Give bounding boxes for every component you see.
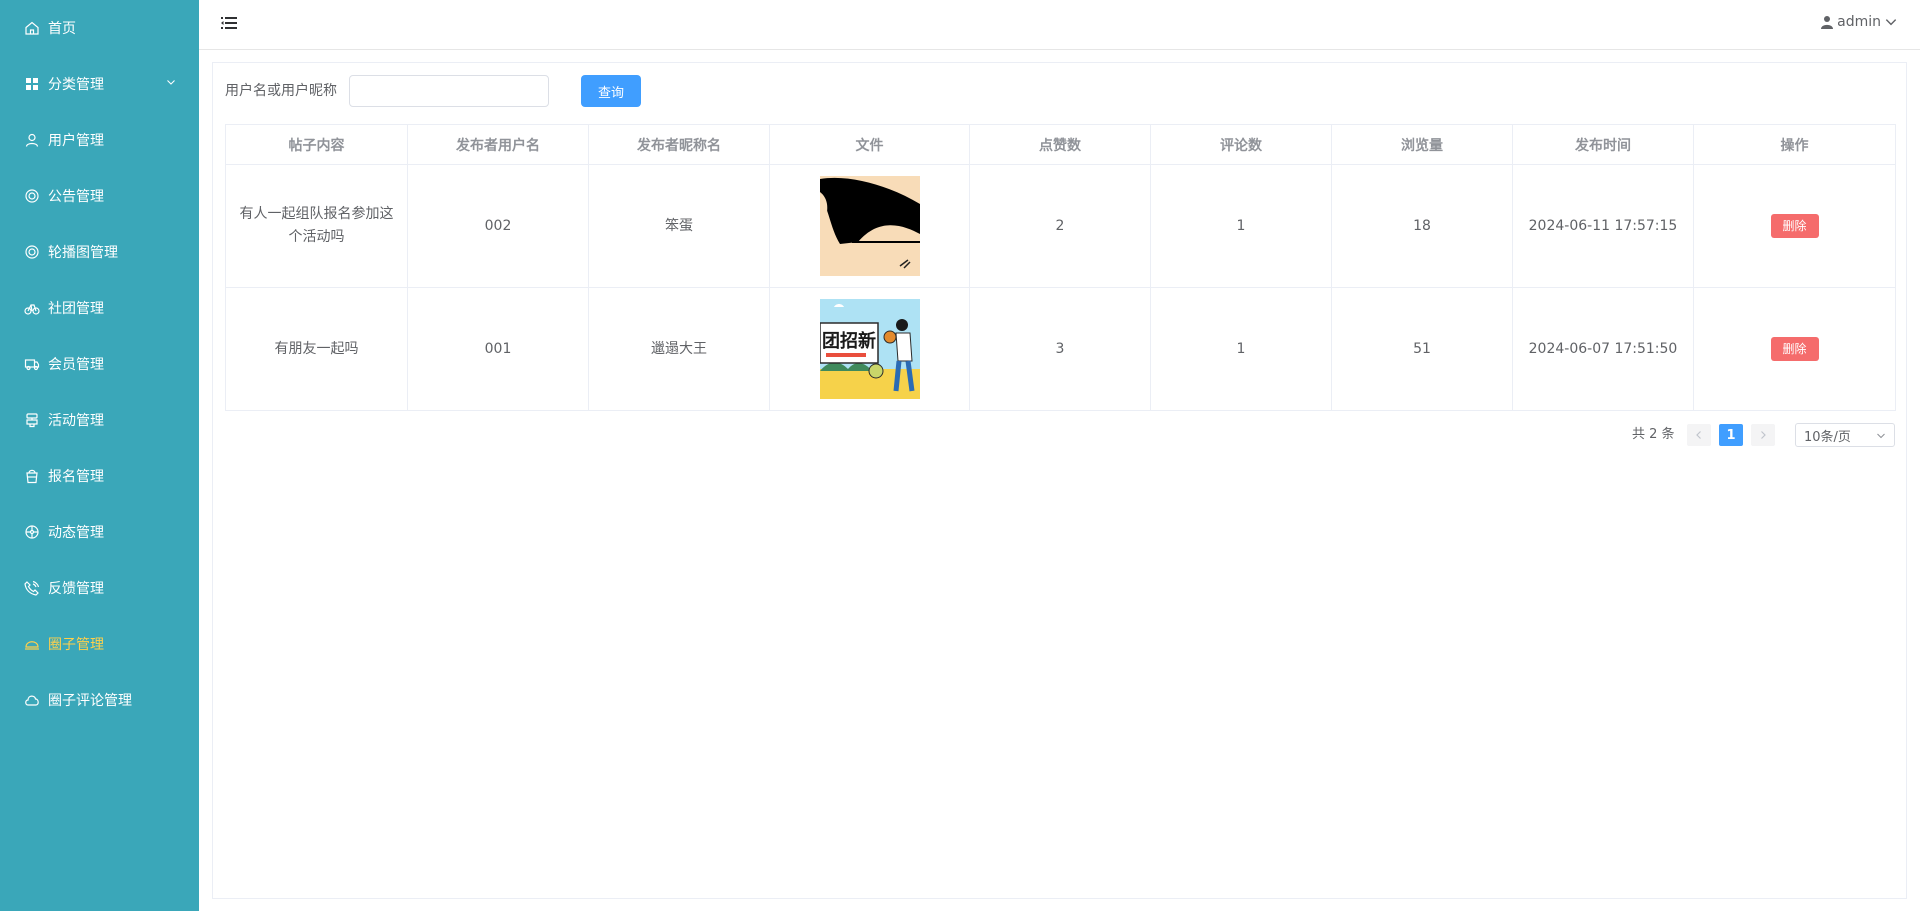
club-icon [24, 300, 40, 316]
menu-item-label: 分类管理 [48, 77, 104, 93]
image-poster-text: 团招新 [822, 330, 876, 352]
notice-icon [24, 188, 40, 204]
chevron-down-icon [1877, 433, 1885, 439]
column-header: 评论数 [1150, 124, 1332, 165]
action-cell: 删除 [1693, 287, 1896, 411]
posts-table: 帖子内容 发布者用户名 发布者昵称名 文件 点赞数 评论数 浏览量 发布时间 操… [225, 124, 1896, 411]
menu-item-label: 首页 [48, 21, 76, 37]
username-cell: 001 [407, 287, 589, 411]
column-header: 发布者用户名 [407, 124, 589, 165]
likes-cell: 3 [969, 287, 1151, 411]
publish-time-cell: 2024-06-07 17:51:50 [1512, 287, 1694, 411]
chevron-down-icon [1885, 19, 1897, 26]
column-header: 发布者昵称名 [588, 124, 770, 165]
menu-item-label: 活动管理 [48, 413, 104, 429]
file-cell [769, 164, 970, 288]
user-name: admin [1837, 14, 1881, 30]
user-dropdown[interactable]: admin [1820, 14, 1898, 30]
menu-item-home[interactable]: 首页 [0, 0, 199, 56]
menu-item-label: 社团管理 [48, 301, 104, 317]
grid-icon [24, 76, 40, 92]
table-row: 有人一起组队报名参加这个活动吗 002 笨蛋 2 1 18 2024-06-11… [225, 164, 1896, 288]
menu-item-label: 轮播图管理 [48, 245, 118, 261]
feedback-icon [24, 580, 40, 596]
comments-cell: 1 [1150, 164, 1332, 288]
pagination-total: 共 2 条 [1632, 427, 1675, 442]
post-image-thumbnail[interactable] [819, 176, 920, 276]
menu-item-club[interactable]: 社团管理 [0, 280, 199, 336]
post-image-thumbnail[interactable]: 团招新 [819, 299, 920, 399]
pagination-page-number[interactable]: 1 [1719, 424, 1743, 446]
column-header: 文件 [769, 124, 970, 165]
signup-icon [24, 468, 40, 484]
column-header: 点赞数 [969, 124, 1151, 165]
menu-item-circle-comment[interactable]: 圈子评论管理 [0, 672, 199, 728]
column-header: 浏览量 [1331, 124, 1513, 165]
activity-icon [24, 412, 40, 428]
column-header: 帖子内容 [225, 124, 408, 165]
username-cell: 002 [407, 164, 589, 288]
comments-cell: 1 [1150, 287, 1332, 411]
delete-button[interactable]: 删除 [1770, 337, 1819, 361]
search-label: 用户名或用户昵称 [225, 83, 337, 99]
menu-item-notice[interactable]: 公告管理 [0, 168, 199, 224]
chevron-right-icon [1761, 431, 1766, 439]
column-header: 发布时间 [1512, 124, 1694, 165]
menu-item-signup[interactable]: 报名管理 [0, 448, 199, 504]
likes-cell: 2 [969, 164, 1151, 288]
menu-item-label: 会员管理 [48, 357, 104, 373]
nickname-cell: 笨蛋 [588, 164, 770, 288]
menu-item-label: 公告管理 [48, 189, 104, 205]
file-cell: 团招新 [769, 287, 970, 411]
table-header-row: 帖子内容 发布者用户名 发布者昵称名 文件 点赞数 评论数 浏览量 发布时间 操… [225, 124, 1896, 165]
menu-item-feedback[interactable]: 反馈管理 [0, 560, 199, 616]
chevron-left-icon [1696, 431, 1701, 439]
user-icon [24, 132, 40, 148]
chevron-down-icon [167, 80, 175, 85]
menu-item-category[interactable]: 分类管理 [0, 56, 199, 112]
menu-item-member[interactable]: 会员管理 [0, 336, 199, 392]
menu-item-circle[interactable]: 圈子管理 [0, 616, 199, 672]
pagination-next-button[interactable] [1751, 424, 1775, 446]
menu-item-activity[interactable]: 活动管理 [0, 392, 199, 448]
menu-item-label: 反馈管理 [48, 581, 104, 597]
menu-item-dynamic[interactable]: 动态管理 [0, 504, 199, 560]
pagination-prev-button[interactable] [1687, 424, 1711, 446]
search-input[interactable] [349, 75, 549, 107]
menu-item-label: 用户管理 [48, 133, 104, 149]
comment-icon [24, 692, 40, 708]
views-cell: 51 [1331, 287, 1513, 411]
top-header: admin [199, 0, 1920, 50]
menu-item-label: 动态管理 [48, 525, 104, 541]
circle-icon [24, 636, 40, 652]
member-icon [24, 356, 40, 372]
search-button[interactable]: 查询 [581, 75, 641, 107]
table-row: 有朋友一起吗 001 邋遢大王 团招新 3 1 51 2024-06-07 17… [225, 287, 1896, 411]
delete-button[interactable]: 删除 [1770, 214, 1819, 238]
post-content-cell: 有朋友一起吗 [225, 287, 408, 411]
page-size-value: 10条/页 [1804, 429, 1851, 445]
menu-toggle-icon[interactable] [221, 16, 237, 30]
menu-item-users[interactable]: 用户管理 [0, 112, 199, 168]
column-header: 操作 [1693, 124, 1896, 165]
home-icon [24, 20, 40, 36]
page-size-select[interactable]: 10条/页 [1795, 423, 1895, 447]
post-content-cell: 有人一起组队报名参加这个活动吗 [225, 164, 408, 288]
menu-item-label: 报名管理 [48, 469, 104, 485]
carousel-icon [24, 244, 40, 260]
nickname-cell: 邋遢大王 [588, 287, 770, 411]
user-avatar-icon [1821, 16, 1834, 29]
sidebar: 首页 分类管理 用户管理 公告管理 轮播图管理 社团管理 会员管理 活动管理 报… [0, 0, 199, 911]
publish-time-cell: 2024-06-11 17:57:15 [1512, 164, 1694, 288]
views-cell: 18 [1331, 164, 1513, 288]
menu-item-label: 圈子管理 [48, 637, 104, 653]
menu-item-carousel[interactable]: 轮播图管理 [0, 224, 199, 280]
menu-item-label: 圈子评论管理 [48, 693, 132, 709]
action-cell: 删除 [1693, 164, 1896, 288]
dynamic-icon [24, 524, 40, 540]
